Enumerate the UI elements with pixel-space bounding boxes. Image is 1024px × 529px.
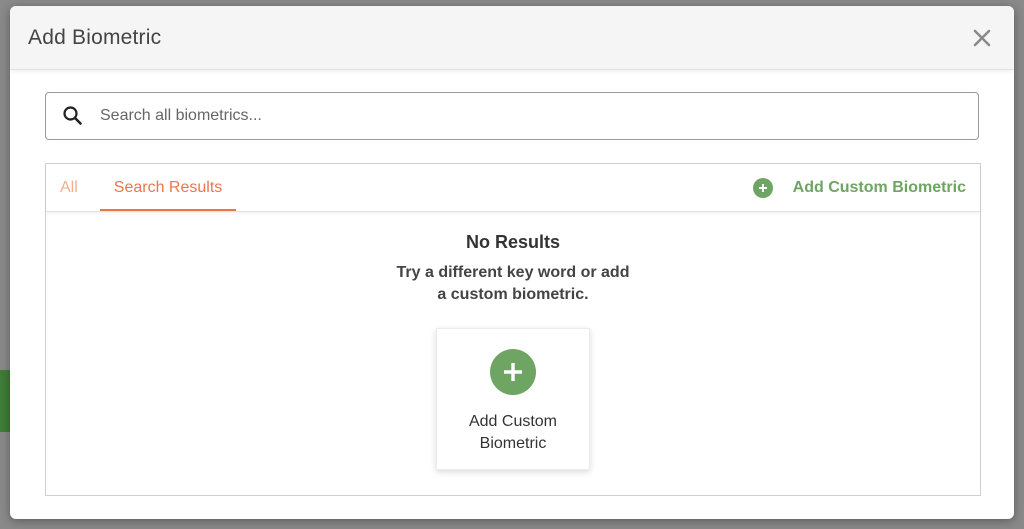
add-biometric-modal: Add Biometric All Search Results — [10, 6, 1014, 519]
plus-circle-icon — [490, 349, 536, 395]
modal-header: Add Biometric — [10, 6, 1014, 70]
tabs-bar: All Search Results Add Custom Biometric — [46, 164, 980, 212]
search-icon — [62, 105, 84, 127]
no-results-title: No Results — [465, 232, 561, 252]
tab-list: All Search Results — [60, 164, 258, 211]
no-results-message: Try a different key word or add a custom… — [396, 264, 630, 303]
add-custom-biometric-card-label: Add Custom Biometric — [468, 413, 558, 452]
search-input[interactable] — [100, 93, 978, 139]
close-icon — [973, 29, 991, 46]
add-custom-biometric-link[interactable]: Add Custom Biometric — [752, 164, 966, 211]
modal-title: Add Biometric — [28, 25, 162, 49]
results-panel: All Search Results Add Custom Biometric … — [45, 163, 981, 496]
tab-all[interactable]: All — [60, 164, 78, 211]
plus-circle-icon — [752, 177, 773, 198]
search-box — [45, 92, 979, 140]
add-custom-biometric-card[interactable]: Add Custom Biometric — [436, 328, 590, 470]
tab-search-results[interactable]: Search Results — [99, 164, 237, 211]
add-custom-biometric-link-label: Add Custom Biometric — [792, 178, 966, 196]
empty-state: No Results Try a different key word or a… — [46, 232, 980, 306]
close-button[interactable] — [968, 24, 996, 52]
